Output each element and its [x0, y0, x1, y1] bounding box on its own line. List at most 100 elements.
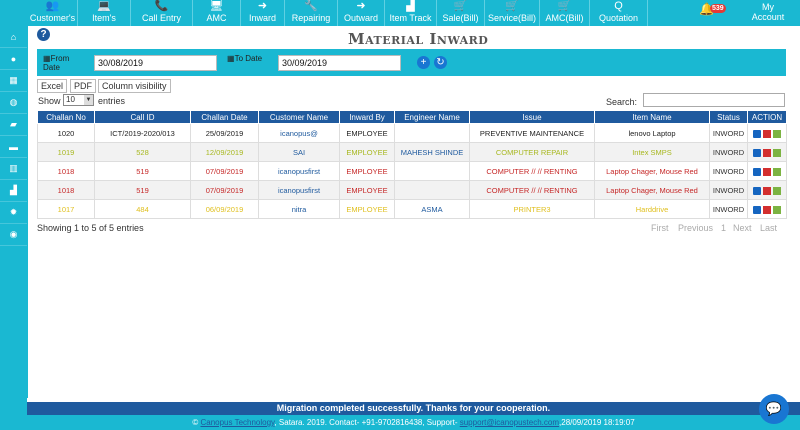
- search-input[interactable]: [643, 93, 785, 107]
- table-cell: 1019: [37, 142, 95, 162]
- table-cell: ICT/2019-2020/013: [94, 123, 191, 143]
- table-cell: EMPLOYEE: [339, 199, 395, 219]
- nav-label: Item's: [92, 13, 116, 23]
- settings-icon[interactable]: ✹: [0, 202, 27, 224]
- chart-icon[interactable]: ▟: [0, 180, 27, 202]
- column-header[interactable]: Call ID: [94, 110, 191, 124]
- table-cell: INWORD: [709, 123, 748, 143]
- nav-amc-bill[interactable]: 🛒 AMC(Bill): [540, 0, 590, 26]
- table-cell: [394, 161, 470, 181]
- table-cell: 07/09/2019: [190, 161, 259, 181]
- folder-icon[interactable]: ▬: [0, 136, 27, 158]
- nav-customer-s[interactable]: 👥 Customer's: [28, 0, 78, 26]
- search-plus-icon[interactable]: +: [417, 56, 430, 69]
- to-date-input[interactable]: 30/09/2019: [278, 55, 401, 71]
- chat-icon[interactable]: 💬: [759, 394, 789, 424]
- pager-next[interactable]: Next: [733, 223, 752, 233]
- cart-icon: 🛒: [453, 0, 468, 12]
- globe-alt-icon[interactable]: ◉: [0, 224, 27, 246]
- print-icon[interactable]: [773, 167, 781, 176]
- notifications[interactable]: 🔔 539: [699, 2, 729, 22]
- nav-quotation[interactable]: Q Quotation: [590, 0, 648, 26]
- nav-amc[interactable]: 🖥 AMC: [193, 0, 241, 26]
- nav-call-entry[interactable]: 📞 Call Entry: [131, 0, 193, 26]
- refresh-icon[interactable]: ↻: [434, 56, 447, 69]
- print-icon[interactable]: [773, 205, 781, 214]
- column-header[interactable]: Challan No: [37, 110, 95, 124]
- delete-icon[interactable]: [763, 129, 771, 138]
- nav-inward[interactable]: ➜ Inward: [241, 0, 285, 26]
- table-cell: COMPUTER // // RENTING: [469, 161, 595, 181]
- table-cell: Laptop Chager, Mouse Red: [594, 180, 710, 200]
- grid-icon[interactable]: ▦: [0, 70, 27, 92]
- edit-icon[interactable]: [753, 205, 761, 214]
- column-visibility-button[interactable]: Column visibility: [98, 79, 171, 93]
- table-cell: 1020: [37, 123, 95, 143]
- table-cell: 07/09/2019: [190, 180, 259, 200]
- page-title: Material Inward: [348, 30, 489, 48]
- delete-icon[interactable]: [763, 186, 771, 195]
- column-header[interactable]: Status: [709, 110, 748, 124]
- edit-icon[interactable]: [753, 186, 761, 195]
- nav-label: Repairing: [291, 13, 331, 23]
- print-icon[interactable]: [773, 148, 781, 157]
- nav-outward[interactable]: ➜ Outward: [338, 0, 385, 26]
- table-row: 1019 528 12/09/2019 SAI EMPLOYEE MAHESH SHIND…: [37, 142, 787, 162]
- palette-icon[interactable]: ●: [0, 48, 27, 70]
- action-cell: [747, 199, 787, 219]
- notification-badge: 539: [710, 4, 726, 13]
- delete-icon[interactable]: [763, 148, 771, 157]
- table-cell: COMPUTER REPAIR: [469, 142, 595, 162]
- nav-label: Quotation: [598, 13, 639, 23]
- column-header[interactable]: Issue: [469, 110, 595, 124]
- table-cell: 528: [94, 142, 191, 162]
- pager-first[interactable]: First: [651, 223, 669, 233]
- column-header[interactable]: Challan Date: [190, 110, 259, 124]
- nav-label: AMC(Bill): [545, 13, 584, 23]
- sign-out-icon: ➜: [356, 0, 366, 12]
- delete-icon[interactable]: [763, 167, 771, 176]
- nav-item-s[interactable]: 💻 Item's: [78, 0, 131, 26]
- column-header[interactable]: Item Name: [594, 110, 710, 124]
- print-icon[interactable]: [773, 129, 781, 138]
- column-header[interactable]: ACTION: [747, 110, 787, 124]
- pdf-button[interactable]: PDF: [70, 79, 96, 93]
- sidebar-edge: [27, 26, 28, 398]
- globe-icon[interactable]: ◍: [0, 92, 27, 114]
- edit-icon[interactable]: [753, 148, 761, 157]
- company-link[interactable]: Canopus Technology: [200, 418, 274, 427]
- table-cell: icanopusfirst: [258, 161, 340, 181]
- entries-select[interactable]: 10 ▼: [63, 94, 94, 106]
- table-header-row: Challan No Call ID Challan Date Customer Na…: [37, 110, 787, 124]
- delete-icon[interactable]: [763, 205, 771, 214]
- support-email-link[interactable]: support@icanopustech.com: [460, 418, 559, 427]
- table-cell: INWORD: [709, 199, 748, 219]
- print-icon[interactable]: [773, 186, 781, 195]
- nav-item-track[interactable]: ▟ Item Track: [385, 0, 437, 26]
- inward-table: Challan No Call ID Challan Date Customer Na…: [37, 110, 787, 219]
- bank-icon[interactable]: ▥: [0, 158, 27, 180]
- laptop-icon: 💻: [97, 0, 111, 12]
- edit-icon[interactable]: [753, 129, 761, 138]
- table-cell: 519: [94, 180, 191, 200]
- from-date-input[interactable]: 30/08/2019: [94, 55, 217, 71]
- pager-last[interactable]: Last: [760, 223, 777, 233]
- edit-icon[interactable]: [753, 167, 761, 176]
- nav-service-bill[interactable]: 🛒 Service(Bill): [485, 0, 540, 26]
- my-account-button[interactable]: My Account: [748, 2, 788, 22]
- excel-button[interactable]: Excel: [37, 79, 68, 93]
- pager-page[interactable]: 1: [721, 223, 726, 233]
- nav-label: Sale(Bill): [442, 13, 479, 23]
- column-header[interactable]: Customer Name: [258, 110, 340, 124]
- home-icon[interactable]: ⌂: [0, 26, 27, 48]
- column-header[interactable]: Engineer Name: [394, 110, 470, 124]
- nav-sale-bill[interactable]: 🛒 Sale(Bill): [437, 0, 485, 26]
- column-header[interactable]: Inward By: [339, 110, 395, 124]
- help-icon[interactable]: ?: [37, 28, 50, 41]
- date-filter-bar: ▦From Date 30/08/2019 ▦To Date 30/09/201…: [37, 49, 786, 76]
- table-row: 1017 484 06/09/2019 nitra EMPLOYEE ASMA PRINTE…: [37, 199, 787, 219]
- pager-previous[interactable]: Previous: [678, 223, 713, 233]
- nav-repairing[interactable]: 🔧 Repairing: [285, 0, 338, 26]
- book-icon[interactable]: ▰: [0, 114, 27, 136]
- table-cell: icanopus@: [258, 123, 340, 143]
